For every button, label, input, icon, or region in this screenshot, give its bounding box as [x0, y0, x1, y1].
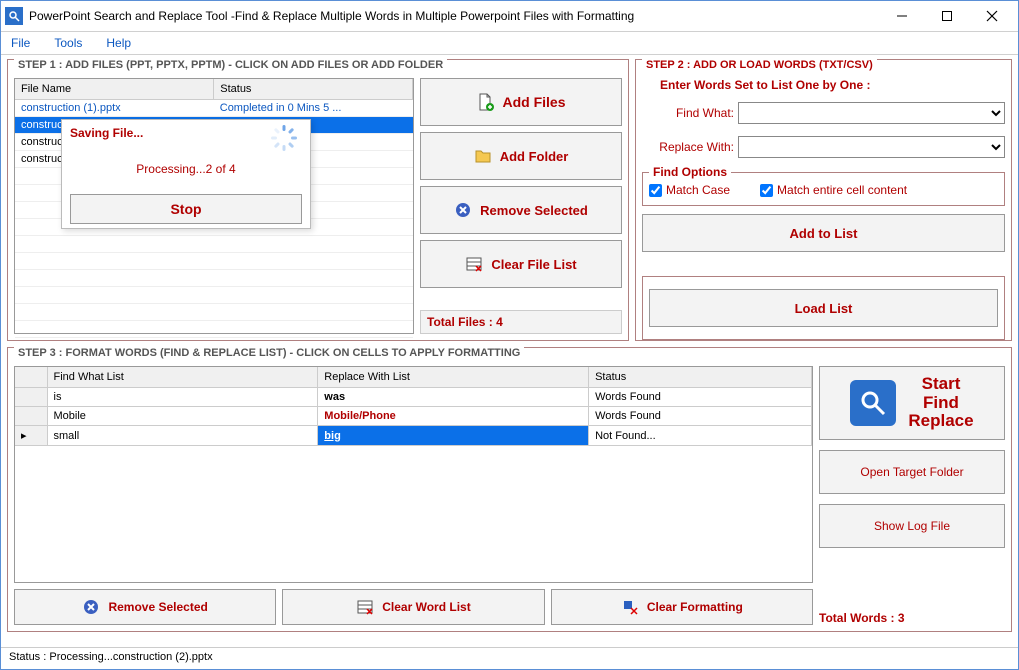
search-icon	[850, 380, 896, 426]
find-options-legend: Find Options	[649, 165, 731, 179]
remove-icon	[82, 598, 100, 616]
word-row[interactable]: is was Words Found	[15, 388, 812, 407]
app-icon	[5, 7, 23, 25]
menu-file[interactable]: File	[11, 36, 30, 50]
remove-icon	[454, 201, 472, 219]
match-entire-checkbox[interactable]: Match entire cell content	[760, 183, 907, 197]
open-target-folder-button[interactable]: Open Target Folder	[819, 450, 1005, 494]
col-status[interactable]: Status	[214, 79, 413, 100]
menu-tools[interactable]: Tools	[54, 36, 82, 50]
col-find[interactable]: Find What List	[47, 367, 318, 388]
close-button[interactable]	[969, 2, 1014, 30]
file-row[interactable]: construction (1).pptx Completed in 0 Min…	[15, 100, 413, 117]
status-bar: Status : Processing...construction (2).p…	[1, 647, 1018, 669]
folder-icon	[474, 147, 492, 165]
col-filename[interactable]: File Name	[15, 79, 214, 100]
word-row[interactable]: Mobile Mobile/Phone Words Found	[15, 407, 812, 426]
remove-selected-button[interactable]: Remove Selected	[420, 186, 622, 234]
step2-panel: STEP 2 : ADD OR LOAD WORDS (TXT/CSV) Ent…	[635, 59, 1012, 341]
clear-list-icon	[356, 598, 374, 616]
maximize-button[interactable]	[924, 2, 969, 30]
enter-words-label: Enter Words Set to List One by One :	[642, 78, 1005, 92]
find-what-label: Find What:	[642, 106, 734, 120]
add-to-list-button[interactable]: Add to List	[642, 214, 1005, 252]
word-row[interactable]: ▸ small big Not Found...	[15, 426, 812, 446]
add-files-button[interactable]: Add Files	[420, 78, 622, 126]
processing-text: Processing...2 of 4	[70, 162, 302, 176]
total-files-label: Total Files : 4	[420, 310, 622, 334]
add-folder-button[interactable]: Add Folder	[420, 132, 622, 180]
find-what-combo[interactable]	[738, 102, 1005, 124]
menu-help[interactable]: Help	[106, 36, 131, 50]
window-controls	[879, 2, 1014, 30]
find-options-group: Find Options Match Case Match entire cel…	[642, 172, 1005, 206]
show-log-file-button[interactable]: Show Log File	[819, 504, 1005, 548]
total-words-label: Total Words : 3	[819, 611, 1005, 625]
clear-formatting-icon	[621, 598, 639, 616]
step1-legend: STEP 1 : ADD FILES (PPT, PPTX, PPTM) - C…	[14, 59, 447, 71]
remove-selected-word-button[interactable]: Remove Selected	[14, 589, 276, 625]
match-case-checkbox[interactable]: Match Case	[649, 183, 730, 197]
window-title: PowerPoint Search and Replace Tool -Find…	[29, 9, 879, 23]
replace-with-combo[interactable]	[738, 136, 1005, 158]
step3-legend: STEP 3 : FORMAT WORDS (FIND & REPLACE LI…	[14, 347, 524, 359]
row-indicator-icon: ▸	[15, 426, 47, 446]
saving-dialog: Saving File... Processing...2 of 4 Stop	[61, 119, 311, 229]
start-label: StartFindReplace	[908, 375, 973, 431]
step3-panel: STEP 3 : FORMAT WORDS (FIND & REPLACE LI…	[7, 347, 1012, 632]
col-replace[interactable]: Replace With List	[318, 367, 589, 388]
clear-formatting-button[interactable]: Clear Formatting	[551, 589, 813, 625]
spinner-icon	[270, 124, 298, 152]
clear-list-icon	[465, 255, 483, 273]
title-bar: PowerPoint Search and Replace Tool -Find…	[1, 1, 1018, 31]
saving-title: Saving File...	[70, 126, 302, 140]
file-add-icon	[476, 93, 494, 111]
clear-file-list-button[interactable]: Clear File List	[420, 240, 622, 288]
clear-word-list-button[interactable]: Clear Word List	[282, 589, 544, 625]
replace-with-label: Replace With:	[642, 140, 734, 154]
col-status[interactable]: Status	[589, 367, 812, 388]
start-find-replace-button[interactable]: StartFindReplace	[819, 366, 1005, 440]
menu-bar: File Tools Help	[1, 31, 1018, 55]
stop-button[interactable]: Stop	[70, 194, 302, 224]
load-list-button[interactable]: Load List	[649, 289, 998, 327]
step2-legend: STEP 2 : ADD OR LOAD WORDS (TXT/CSV)	[642, 59, 877, 71]
word-table[interactable]: Find What List Replace With List Status …	[14, 366, 813, 583]
minimize-button[interactable]	[879, 2, 924, 30]
